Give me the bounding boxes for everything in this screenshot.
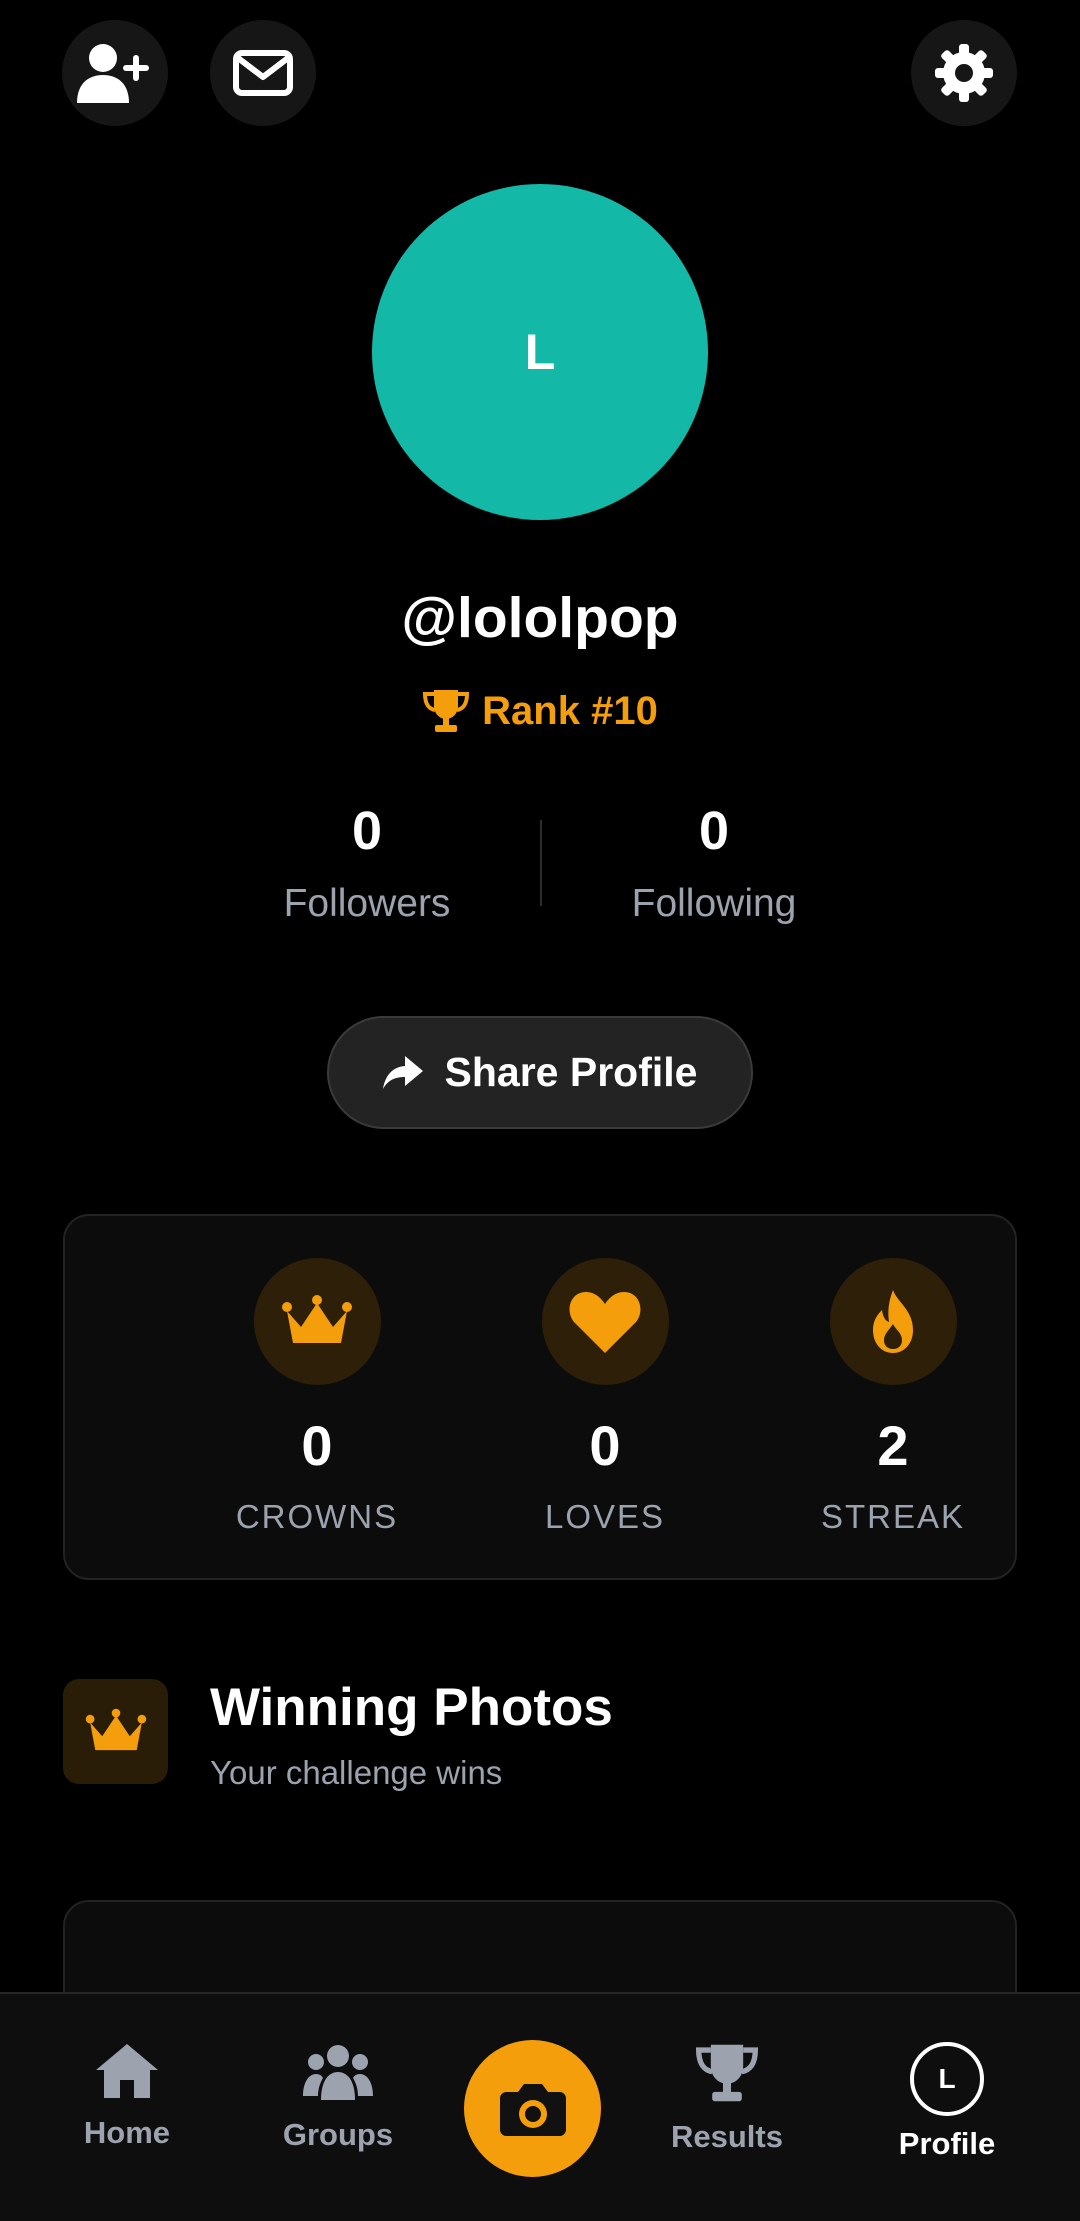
avatar-initial: L	[524, 324, 556, 380]
crowns-label: CROWNS	[235, 1498, 399, 1535]
nav-results-label: Results	[671, 2119, 783, 2154]
crown-icon	[85, 1708, 146, 1750]
nav-groups-label: Groups	[282, 2117, 394, 2152]
followers-count: 0	[351, 801, 383, 861]
avatar[interactable]: L	[372, 184, 708, 520]
following-label: Following	[631, 882, 797, 925]
gear-icon	[935, 44, 993, 102]
divider	[540, 820, 542, 906]
user-plus-icon	[77, 44, 149, 103]
following-count: 0	[698, 801, 730, 861]
nav-home[interactable]: Home	[27, 2042, 227, 2151]
settings-button[interactable]	[911, 20, 1017, 126]
nav-avatar: L	[910, 2042, 984, 2116]
trophy-icon	[423, 690, 470, 732]
loves-value: 0	[589, 1414, 621, 1477]
profile-screen: L @lololpop Rank #10 0 Followers 0 Follo…	[0, 0, 1080, 2221]
loves-label: LOVES	[544, 1498, 666, 1535]
loves-stat: 0 LOVES	[475, 1258, 735, 1536]
add-friend-button[interactable]	[62, 20, 168, 126]
section-title: Winning Photos	[210, 1678, 613, 1737]
flame-icon	[873, 1289, 913, 1353]
share-profile-button[interactable]: Share Profile	[327, 1016, 753, 1129]
rank-badge: Rank #10	[0, 688, 1080, 734]
followers-label: Followers	[283, 882, 451, 925]
winning-photos-icon-badge	[63, 1679, 168, 1784]
nav-profile-label: Profile	[898, 2126, 996, 2161]
camera-icon	[499, 2083, 566, 2136]
heart-icon	[569, 1291, 641, 1353]
following-stat[interactable]: 0 Following	[564, 800, 864, 926]
streak-stat: 2 STREAK	[763, 1258, 1023, 1536]
followers-stat[interactable]: 0 Followers	[217, 800, 517, 926]
rank-label: Rank #10	[482, 688, 658, 733]
messages-button[interactable]	[210, 20, 316, 126]
crown-icon	[282, 1294, 352, 1343]
section-subtitle: Your challenge wins	[210, 1754, 503, 1791]
streak-value: 2	[877, 1414, 909, 1477]
stats-card: 0 CROWNS 0 LOVES 2 STREAK	[63, 1214, 1017, 1580]
nav-profile[interactable]: L Profile	[847, 2042, 1047, 2162]
camera-button[interactable]	[464, 2040, 601, 2177]
nav-results[interactable]: Results	[627, 2042, 827, 2155]
crowns-value: 0	[301, 1414, 333, 1477]
share-arrow-icon	[382, 1055, 423, 1089]
users-icon	[303, 2045, 373, 2100]
envelope-icon	[233, 50, 293, 96]
nav-avatar-initial: L	[938, 2063, 956, 2094]
trophy-icon	[695, 2044, 759, 2102]
share-profile-label: Share Profile	[444, 1049, 698, 1095]
nav-home-label: Home	[83, 2115, 171, 2150]
bottom-nav: Home Groups Results L Profile	[0, 1992, 1080, 2221]
streak-label: STREAK	[820, 1498, 966, 1535]
home-icon	[96, 2044, 158, 2098]
crowns-stat: 0 CROWNS	[187, 1258, 447, 1536]
nav-groups[interactable]: Groups	[238, 2042, 438, 2153]
username: @lololpop	[401, 586, 679, 650]
